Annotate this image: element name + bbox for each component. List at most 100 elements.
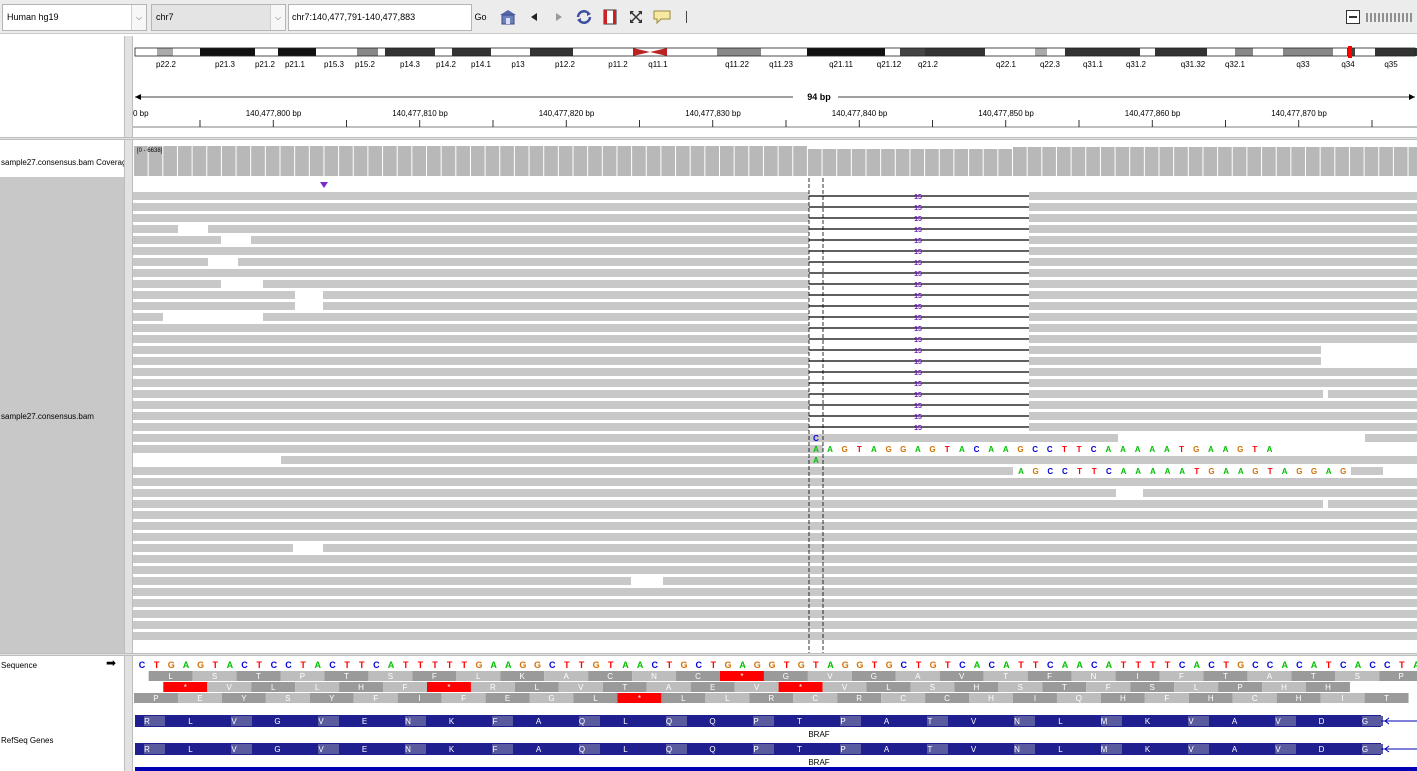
deletion-length-label: 15 [914, 381, 922, 388]
translation-amino: V [227, 683, 233, 692]
coverage-bar [397, 146, 412, 176]
translation-amino: I [1136, 672, 1138, 681]
coverage-bar [661, 146, 676, 176]
coverage-bar [998, 149, 1012, 176]
translation-amino: F [1164, 694, 1169, 703]
feature-divider[interactable] [0, 653, 1417, 656]
translation-amino: H [1281, 683, 1287, 692]
back-arrow-icon[interactable] [524, 7, 544, 27]
aligned-read [133, 423, 809, 431]
deletion-length-label: 15 [914, 293, 922, 300]
toolbar: Human hg19 ⌵ chr7 ⌵ chr7:140,477,791-140… [0, 0, 1417, 34]
popup-text-icon[interactable] [652, 7, 672, 27]
genome-dropdown[interactable]: Human hg19 ⌵ [2, 4, 147, 31]
ruler-tick-label: 140,477,850 bp [978, 109, 1034, 118]
sequence-base: A [622, 660, 629, 670]
deletion-length-label: 15 [914, 403, 922, 410]
aligned-read [1029, 390, 1323, 398]
aligned-read [133, 445, 823, 453]
coverage-bar [720, 146, 734, 176]
panel-divider[interactable] [124, 36, 133, 771]
band-label: q31.2 [1126, 60, 1147, 69]
deletion-length-label: 15 [914, 315, 922, 322]
translation-amino: L [315, 683, 320, 692]
ideogram-band [605, 48, 635, 56]
aligned-read [1143, 489, 1417, 497]
locus-input[interactable]: chr7:140,477,791-140,477,883 [288, 4, 472, 31]
mismatch-base: A [813, 456, 819, 465]
resize-icon[interactable] [626, 7, 646, 27]
coverage-track[interactable]: [0 - 6638] [133, 144, 1417, 176]
alignment-track[interactable]: 15 15 15 15 15 15 15 15 15 15 15 15 15 15 15 15 15 15 15 15… [133, 178, 1417, 654]
minus-icon [1349, 16, 1357, 18]
chromosome-ideogram[interactable]: p22.2 p21.3 p21.2 p21.1 p15.3 p15.2 p14.3 p14.2… [133, 44, 1417, 74]
deletion-length-label: 15 [914, 348, 922, 355]
band-label: q33 [1296, 60, 1310, 69]
sequence-base: A [1413, 660, 1417, 670]
aligned-read [1029, 313, 1417, 321]
aligned-read [1328, 390, 1417, 398]
sequence-base: T [154, 660, 160, 670]
coverage-bar [895, 149, 910, 176]
mismatch-base: A [813, 445, 819, 454]
strand-arrow-icon[interactable]: ➡ [106, 656, 116, 670]
header-divider[interactable] [0, 137, 1417, 140]
aligned-read [133, 258, 208, 266]
coverage-track-label[interactable]: sample27.consensus.bam Coverage [1, 158, 124, 167]
sequence-base: T [359, 660, 365, 670]
coverage-bar [485, 146, 500, 176]
softclip-base: A [1120, 445, 1126, 454]
ideogram-band [1065, 48, 1140, 56]
zoom-out-button[interactable] [1346, 10, 1360, 24]
roi-icon[interactable] [600, 7, 620, 27]
softclip-base: G [1237, 445, 1243, 454]
translation-amino: V [754, 683, 760, 692]
softclip-base: T [1268, 467, 1273, 476]
chromosome-dropdown[interactable]: chr7 ⌵ [151, 4, 286, 31]
go-button[interactable]: Go [473, 4, 488, 31]
aligned-read [133, 379, 809, 387]
ideogram-band [1333, 48, 1347, 56]
alignment-track-label[interactable]: sample27.consensus.bam [1, 412, 124, 421]
exon-amino: L [1058, 717, 1063, 726]
coverage-bar [837, 149, 851, 176]
ruler[interactable]: 94 bp 0 bp 140,477,800 bp 140,477,810 bp 140… [133, 90, 1417, 130]
exon-amino: Q [709, 717, 715, 726]
sequence-base: C [329, 660, 336, 670]
translation-amino: * [184, 683, 187, 692]
sequence-base: T [945, 660, 951, 670]
exon-amino: N [405, 745, 411, 754]
aligned-read [133, 588, 1417, 596]
ideogram-band [135, 48, 157, 56]
translation-amino: E [710, 683, 715, 692]
aligned-read [133, 247, 809, 255]
sequence-base: A [505, 660, 512, 670]
aligned-read [323, 302, 809, 310]
sequence-base: T [1165, 660, 1171, 670]
translation-amino: H [1120, 694, 1126, 703]
translation-amino: P [153, 694, 158, 703]
softclip-base: A [1282, 467, 1288, 476]
sequence-base: T [916, 660, 922, 670]
band-label: q21.12 [877, 60, 902, 69]
aligned-read [1029, 335, 1417, 343]
softclip-base: G [1311, 467, 1317, 476]
translation-amino: F [1179, 672, 1184, 681]
sequence-base: T [300, 660, 306, 670]
home-icon[interactable] [498, 7, 518, 27]
aligned-read [208, 225, 809, 233]
refresh-icon[interactable] [574, 7, 594, 27]
coverage-bar [265, 146, 280, 176]
band-label: q32.1 [1225, 60, 1246, 69]
zoom-slider[interactable] [1366, 11, 1416, 23]
sequence-base: A [490, 660, 497, 670]
sequence-track-label[interactable]: Sequence [1, 661, 81, 670]
refseq-track-label[interactable]: RefSeq Genes [1, 736, 124, 745]
coverage-bar [866, 149, 881, 176]
forward-arrow-icon[interactable] [549, 7, 569, 27]
sequence-and-gene-tracks[interactable]: CTGAGTACTCCTACTTCATTTTTGAAGGCTTGTAACTGCT… [133, 657, 1417, 771]
coverage-bar [1320, 147, 1335, 176]
aligned-read [133, 412, 809, 420]
aligned-read [323, 544, 1417, 552]
exon-amino: N [1014, 717, 1020, 726]
